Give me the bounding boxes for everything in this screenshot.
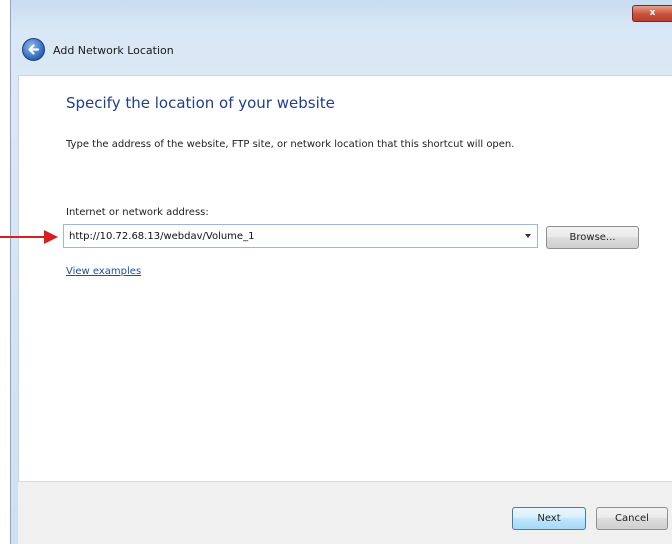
chevron-down-icon[interactable] [525,234,531,238]
cancel-button[interactable]: Cancel [596,507,668,530]
wizard-title: Add Network Location [53,44,174,57]
address-combobox[interactable] [63,224,538,248]
instructions-text: Type the address of the website, FTP sit… [66,139,515,150]
browse-button[interactable]: Browse... [546,226,639,249]
page-heading: Specify the location of your website [66,94,335,112]
view-examples-link[interactable]: View examples [66,266,141,277]
red-arrow-head-icon [44,230,58,244]
red-arrow-icon [0,236,46,238]
close-button[interactable]: x [632,5,672,22]
back-arrow-icon [28,44,40,55]
close-icon: x [649,8,656,18]
content-panel [18,75,672,481]
address-input[interactable] [66,227,517,245]
next-button[interactable]: Next [512,507,586,530]
address-label: Internet or network address: [66,207,209,218]
back-button[interactable] [22,38,45,61]
